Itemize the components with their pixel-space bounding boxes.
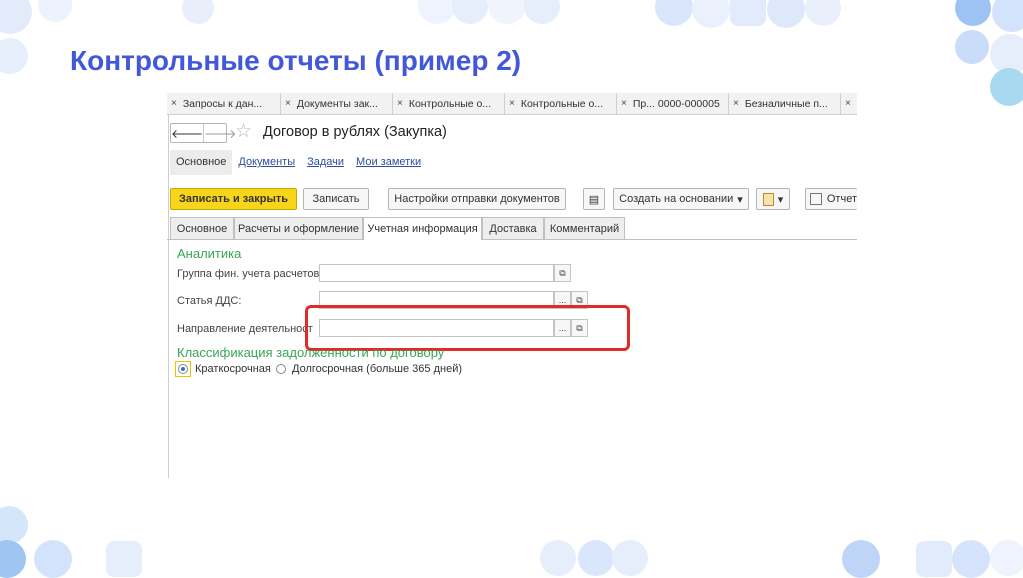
- section-tab-tasks[interactable]: Задачи: [301, 150, 350, 175]
- dds-label: Статья ДДС:: [177, 295, 242, 307]
- form-tabs: Основное Расчеты и оформление Учетная ин…: [167, 217, 857, 240]
- send-settings-button[interactable]: Настройки отправки документов: [388, 188, 566, 210]
- chevron-down-icon: ▾: [737, 193, 743, 206]
- form-tab-delivery[interactable]: Доставка: [482, 217, 544, 239]
- open-tab-document-0000-000005[interactable]: × Пр... 0000-000005: [617, 93, 729, 114]
- save-button[interactable]: Записать: [303, 188, 369, 210]
- chevron-down-icon: ▾: [777, 193, 784, 206]
- close-icon[interactable]: ×: [171, 98, 177, 109]
- favorite-star-icon[interactable]: ☆: [235, 120, 252, 143]
- section-tab-documents[interactable]: Документы: [232, 150, 301, 175]
- radio-short-term[interactable]: [178, 364, 188, 374]
- form-title: Договор в рублях (Закупка): [263, 124, 447, 140]
- radio-long-term[interactable]: [276, 364, 286, 374]
- create-based-on-button[interactable]: Создать на основании ▾: [613, 188, 749, 210]
- analytics-heading: Аналитика: [177, 246, 242, 261]
- slide-title: Контрольные отчеты (пример 2): [70, 45, 522, 76]
- application-window: × Запросы к дан... × Документы зак... × …: [167, 93, 857, 478]
- form-tab-comment[interactable]: Комментарий: [544, 217, 625, 239]
- open-tab-control-reports-1[interactable]: × Контрольные о...: [393, 93, 505, 114]
- fin-group-field[interactable]: [319, 264, 554, 282]
- open-icon[interactable]: ⧉: [554, 264, 571, 282]
- debt-classification-heading: Классификация задолженности по договору: [177, 345, 445, 360]
- print-menu-button[interactable]: ▾: [756, 188, 790, 210]
- forward-arrow-icon[interactable]: 🡒: [203, 124, 236, 142]
- close-icon[interactable]: ×: [621, 98, 627, 109]
- open-tab-control-reports-2[interactable]: × Контрольные о...: [505, 93, 617, 114]
- report-button[interactable]: Отчет: [805, 188, 857, 210]
- command-bar: Записать и закрыть Записать Настройки от…: [167, 188, 857, 210]
- form-tab-accounting-info[interactable]: Учетная информация: [363, 217, 482, 240]
- fin-group-label: Группа фин. учета расчетов:: [177, 268, 323, 280]
- back-arrow-icon[interactable]: 🡐: [171, 124, 203, 142]
- close-icon[interactable]: ×: [509, 98, 515, 109]
- section-tabs: Основное Документы Задачи Мои заметки: [170, 150, 427, 175]
- report-label: Отчет: [826, 193, 857, 205]
- save-and-close-button[interactable]: Записать и закрыть: [170, 188, 297, 210]
- window-border: [168, 114, 169, 478]
- open-tab-documents[interactable]: × Документы зак...: [281, 93, 393, 114]
- open-tab-requests[interactable]: × Запросы к дан...: [167, 93, 281, 114]
- radio-long-term-label: Долгосрочная (больше 365 дней): [292, 363, 463, 375]
- form-tab-main[interactable]: Основное: [170, 217, 234, 239]
- close-icon[interactable]: ×: [285, 98, 291, 109]
- create-based-on-label: Создать на основании: [619, 193, 734, 205]
- navigation-buttons: 🡐 🡒: [170, 123, 236, 143]
- activity-direction-label: Направление деятельност: [177, 323, 313, 335]
- open-tab-noncash[interactable]: × Безналичные п...: [729, 93, 841, 114]
- open-tab-close-next[interactable]: ×: [841, 93, 857, 114]
- close-icon[interactable]: ×: [845, 98, 851, 109]
- close-icon[interactable]: ×: [397, 98, 403, 109]
- close-icon[interactable]: ×: [733, 98, 739, 109]
- document-icon: [762, 192, 774, 206]
- report-icon: [810, 193, 822, 205]
- form-tab-payments[interactable]: Расчеты и оформление: [234, 217, 363, 239]
- section-tab-main[interactable]: Основное: [170, 150, 233, 175]
- list-icon[interactable]: ▤: [583, 188, 605, 210]
- radio-short-term-label: Краткосрочная: [195, 363, 271, 375]
- open-windows-tabstrip: × Запросы к дан... × Документы зак... × …: [167, 93, 857, 115]
- section-tab-my-notes[interactable]: Мои заметки: [350, 150, 427, 175]
